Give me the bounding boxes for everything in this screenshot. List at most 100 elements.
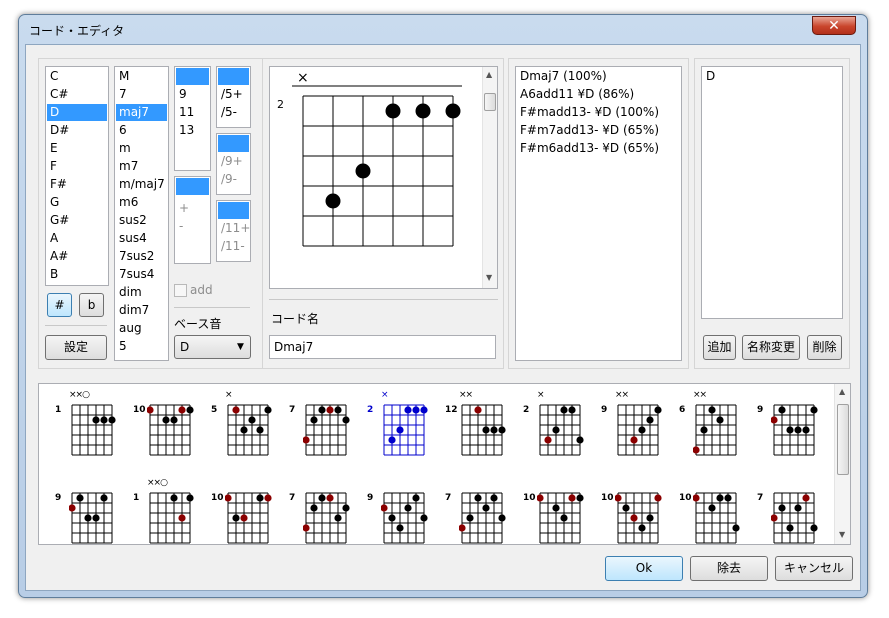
fifth-modifier-list[interactable]: + -: [174, 176, 211, 264]
candidate-item[interactable]: F#m7add13- ¥D (65%): [517, 122, 680, 139]
tension-item[interactable]: [176, 68, 209, 85]
slash9-item[interactable]: /9+: [218, 153, 249, 170]
chord-quality-item[interactable]: 7: [116, 86, 167, 103]
voicing-diagram[interactable]: 9: [367, 478, 439, 558]
slash5-list[interactable]: /5+/5-: [216, 66, 251, 128]
voicing-gallery[interactable]: 1 ××○ 10 5 × 7 2 × 12 ×× 2 × 9 ×× 6 ×× 9 9 1 ××○ 10 7 9 7 10 10 10…: [38, 383, 851, 545]
voicing-diagram[interactable]: 9 ××: [601, 390, 673, 470]
voicing-diagram[interactable]: 12 ××: [445, 390, 517, 470]
chord-names-list[interactable]: D: [701, 66, 843, 319]
voicing-diagram[interactable]: 9: [757, 390, 829, 470]
voicing-diagram[interactable]: 6 ××: [679, 390, 751, 470]
voicing-diagram[interactable]: 2 ×: [523, 390, 595, 470]
chord-quality-item[interactable]: M: [116, 68, 167, 85]
root-note-item[interactable]: D: [47, 104, 107, 121]
chord-quality-item[interactable]: 5: [116, 338, 167, 355]
slash5-item[interactable]: /5-: [218, 104, 249, 121]
cancel-button[interactable]: キャンセル: [775, 556, 853, 581]
root-note-item[interactable]: C#: [47, 86, 107, 103]
chord-quality-item[interactable]: 7sus2: [116, 248, 167, 265]
candidate-item[interactable]: A6add11 ¥D (86%): [517, 86, 680, 103]
vertical-scrollbar[interactable]: ▲ ▼: [482, 67, 497, 288]
slash5-item[interactable]: [218, 68, 249, 85]
voicing-diagram[interactable]: 7: [445, 478, 517, 558]
voicing-diagram[interactable]: 1 ××○: [133, 478, 205, 558]
add-button[interactable]: 追加: [703, 335, 736, 360]
chord-quality-item[interactable]: aug: [116, 320, 167, 337]
voicing-diagram[interactable]: 7: [289, 478, 361, 558]
fretboard-editor[interactable]: 2 × ▲ ▼: [269, 66, 498, 289]
root-note-item[interactable]: D#: [47, 122, 107, 139]
voicing-diagram[interactable]: 10: [133, 390, 205, 470]
scroll-down-icon[interactable]: ▼: [839, 530, 845, 539]
root-note-item[interactable]: G: [47, 194, 107, 211]
flat-button[interactable]: b: [79, 293, 104, 317]
root-note-item[interactable]: A#: [47, 248, 107, 265]
root-note-item[interactable]: F#: [47, 176, 107, 193]
chord-quality-item[interactable]: m/maj7: [116, 176, 167, 193]
voicing-diagram[interactable]: 10: [211, 478, 283, 558]
root-note-item[interactable]: B: [47, 266, 107, 283]
chord-quality-item[interactable]: 6: [116, 122, 167, 139]
bass-note-select[interactable]: D ▼: [174, 335, 251, 359]
slash5-item[interactable]: /5+: [218, 86, 249, 103]
fifth-modifier-item[interactable]: +: [176, 200, 209, 217]
chord-name-item[interactable]: D: [703, 68, 841, 85]
ok-button[interactable]: Ok: [605, 556, 683, 581]
voicing-diagram[interactable]: 2 ×: [367, 390, 439, 470]
root-note-item[interactable]: A: [47, 230, 107, 247]
scroll-up-icon[interactable]: ▲: [839, 387, 845, 396]
slash9-item[interactable]: [218, 135, 249, 152]
fifth-modifier-none[interactable]: [176, 178, 209, 195]
chord-name-input[interactable]: Dmaj7: [269, 335, 496, 359]
scroll-up-icon[interactable]: ▲: [486, 70, 492, 79]
settings-button[interactable]: 設定: [45, 335, 107, 360]
root-note-item[interactable]: G#: [47, 212, 107, 229]
fifth-modifier-item[interactable]: -: [176, 218, 209, 235]
sharp-button[interactable]: #: [47, 293, 72, 317]
root-note-list[interactable]: C C# D D# E F F# G G# A A# B: [45, 66, 109, 286]
root-note-item[interactable]: E: [47, 140, 107, 157]
voicing-diagram[interactable]: 1 ××○: [55, 390, 127, 470]
slash11-list[interactable]: /11+/11-: [216, 200, 251, 262]
voicing-diagram[interactable]: 7: [289, 390, 361, 470]
rename-button[interactable]: 名称変更: [742, 335, 800, 360]
remove-button[interactable]: 除去: [690, 556, 768, 581]
chord-candidates-list[interactable]: Dmaj7 (100%) A6add11 ¥D (86%) F#madd13- ¥D…: [515, 66, 682, 361]
gallery-scrollbar[interactable]: ▲ ▼: [834, 384, 850, 544]
chord-quality-item[interactable]: dim7: [116, 302, 167, 319]
voicing-diagram[interactable]: 10: [523, 478, 595, 558]
root-note-item[interactable]: C: [47, 68, 107, 85]
candidate-item[interactable]: F#madd13- ¥D (100%): [517, 104, 680, 121]
tension-item[interactable]: 9: [176, 86, 209, 103]
chord-quality-item[interactable]: m7: [116, 158, 167, 175]
slash11-item[interactable]: /11+: [218, 220, 250, 237]
chord-quality-item[interactable]: m6: [116, 194, 167, 211]
slash9-item[interactable]: /9-: [218, 171, 249, 188]
chord-quality-item[interactable]: sus4: [116, 230, 167, 247]
scroll-thumb[interactable]: [484, 93, 496, 111]
slash11-item[interactable]: /11-: [218, 238, 249, 255]
add-checkbox[interactable]: [174, 284, 187, 297]
tension-item[interactable]: 11: [176, 104, 209, 121]
scroll-down-icon[interactable]: ▼: [486, 273, 492, 282]
tension-list[interactable]: 9 11 13: [174, 66, 211, 171]
close-button[interactable]: ✕: [812, 16, 856, 35]
slash11-item[interactable]: [218, 202, 249, 219]
voicing-diagram[interactable]: 7: [757, 478, 829, 558]
delete-button[interactable]: 削除: [807, 335, 842, 360]
chord-quality-list[interactable]: M 7 maj7 6 m m7 m/maj7 m6 sus2 sus4 7sus2 7sus4 dim d…: [114, 66, 169, 361]
candidate-item[interactable]: Dmaj7 (100%): [517, 68, 680, 85]
chord-quality-item[interactable]: m: [116, 140, 167, 157]
voicing-diagram[interactable]: 5 ×: [211, 390, 283, 470]
voicing-diagram[interactable]: 9: [55, 478, 127, 558]
voicing-diagram[interactable]: 10: [679, 478, 751, 558]
chord-quality-item[interactable]: dim: [116, 284, 167, 301]
scroll-thumb[interactable]: [837, 404, 849, 475]
tension-item[interactable]: 13: [176, 122, 209, 139]
root-note-item[interactable]: F: [47, 158, 107, 175]
candidate-item[interactable]: F#m6add13- ¥D (65%): [517, 140, 680, 157]
chord-quality-item[interactable]: 7sus4: [116, 266, 167, 283]
chord-quality-item[interactable]: maj7: [116, 104, 167, 121]
fretboard-diagram[interactable]: 2×: [270, 67, 482, 288]
